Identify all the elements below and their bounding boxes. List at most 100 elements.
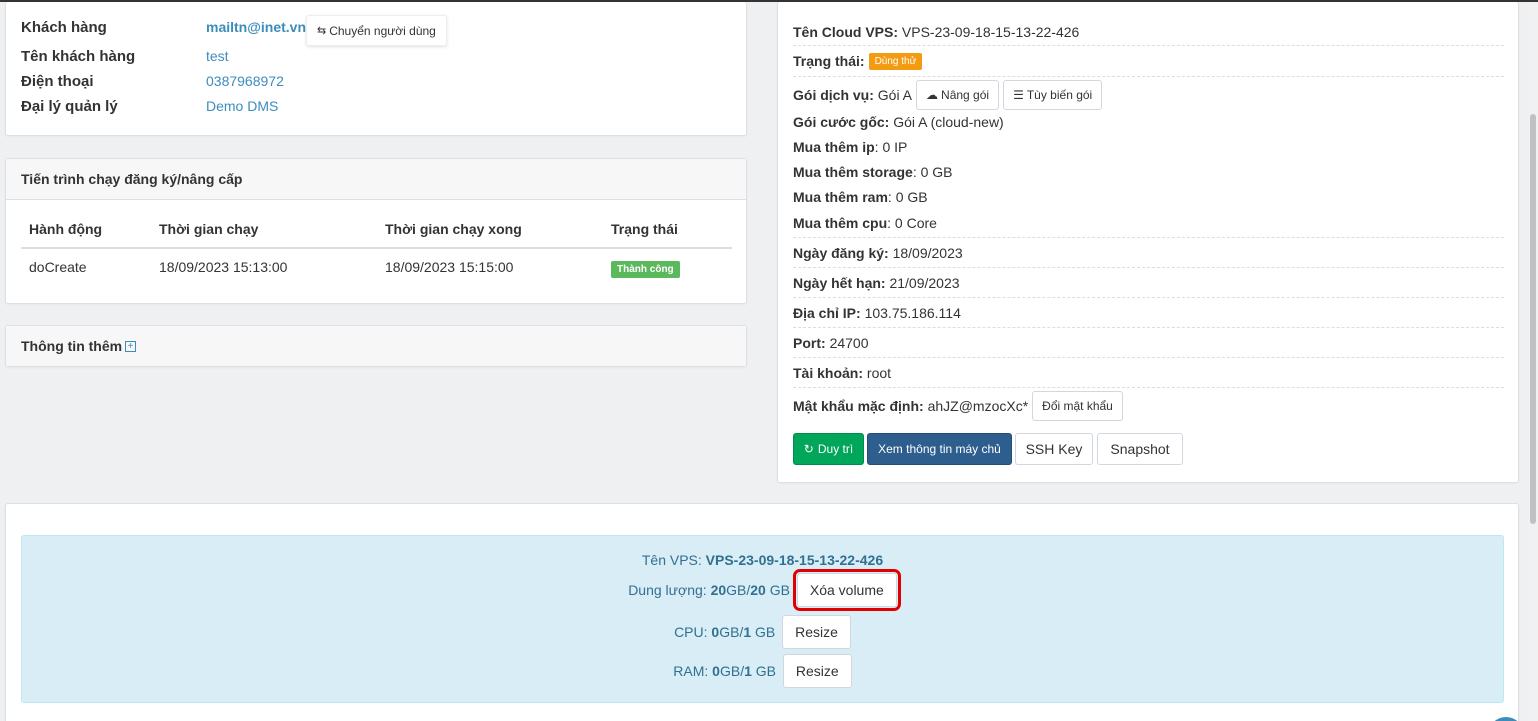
maintain-button[interactable]: ↻ Duy trì (793, 433, 864, 465)
disk-sep: GB/ (726, 582, 751, 598)
vps-extra-ip-value: : 0 IP (874, 139, 908, 155)
resource-vps-name-label: Tên VPS: (641, 552, 702, 568)
resize-cpu-button[interactable]: Resize (782, 615, 851, 649)
vps-extra-ip-label: Mua thêm ip (793, 139, 875, 155)
sliders-icon: ☰ (1013, 88, 1024, 102)
snapshot-button[interactable]: Snapshot (1097, 433, 1183, 465)
row-action: doCreate (29, 259, 87, 275)
trial-status-badge: Dùng thử (868, 52, 923, 70)
vps-port-label: Port: (793, 334, 826, 351)
cpu-line: CPU: 0GB/1 GB Resize (22, 615, 1503, 649)
customize-package-button[interactable]: ☰ Tùy biến gói (1003, 80, 1103, 110)
swap-icon: ⇆ (317, 25, 327, 37)
customer-email-link[interactable]: mailtn@inet.vn (206, 19, 306, 35)
vps-extra-storage-value: : 0 GB (912, 164, 953, 180)
vps-extra-cpu-value: : 0 Core (887, 215, 937, 231)
ram-label: RAM: (673, 663, 709, 679)
more-info-panel[interactable]: Thông tin thêm + (5, 325, 747, 367)
vps-extra-ram-row: Mua thêm ram: 0 GB (793, 186, 1504, 208)
vps-ip-row: Địa chỉ IP: 103.75.186.114 (793, 298, 1504, 328)
ram-total: 1 (744, 663, 752, 679)
ram-sep: GB/ (719, 663, 745, 679)
disk-total: 20 (750, 582, 766, 598)
vps-package-value: Gói A (877, 87, 913, 103)
customer-name-label: Tên khách hàng (21, 47, 136, 65)
customer-name-value: test (206, 48, 229, 64)
scrollbar-thumb[interactable] (1530, 114, 1536, 524)
row-end-time: 18/09/2023 15:15:00 (385, 259, 514, 275)
vps-package-label: Gói dịch vụ: (793, 87, 874, 103)
vps-expire-date-row: Ngày hết hạn: 21/09/2023 (793, 268, 1504, 298)
vps-password-row: Mật khẩu mặc định: ahJZ@mzocXc* Đổi mật … (793, 390, 1504, 422)
delete-volume-button[interactable]: Xóa volume (792, 569, 901, 611)
process-panel-title: Tiến trình chạy đăng ký/nâng cấp (6, 159, 746, 200)
process-table: Hành động Thời gian chạy Thời gian chạy … (21, 215, 732, 285)
ram-used: 0 (712, 663, 720, 679)
col-status: Trạng thái (603, 215, 732, 249)
resource-info-box: Tên VPS: VPS-23-09-18-15-13-22-426 Dung … (21, 535, 1504, 703)
switch-user-label: Chuyển người dùng (329, 23, 436, 38)
col-action: Hành động (21, 215, 151, 249)
col-start-time: Thời gian chạy (151, 215, 377, 249)
resource-vps-name-value: VPS-23-09-18-15-13-22-426 (705, 552, 884, 568)
ram-line: RAM: 0GB/1 GB Resize (22, 654, 1503, 688)
vps-extra-ram-label: Mua thêm ram (793, 189, 888, 205)
cpu-label: CPU: (674, 624, 708, 640)
vps-info-panel: Tên Cloud VPS: VPS-23-09-18-15-13-22-426… (777, 2, 1519, 483)
upgrade-package-label: Nâng gói (941, 88, 990, 102)
change-password-button[interactable]: Đổi mật khẩu (1032, 391, 1123, 421)
vps-port-row: Port: 24700 (793, 328, 1504, 358)
vps-register-date-value: 18/09/2023 (892, 244, 963, 261)
vps-extra-ram-value: : 0 GB (887, 189, 928, 205)
cpu-sep: GB/ (719, 624, 744, 640)
vps-extra-cpu-row: Mua thêm cpu: 0 Core (793, 209, 1504, 238)
vps-extra-storage-label: Mua thêm storage (793, 164, 913, 180)
plus-square-icon[interactable]: + (125, 340, 137, 352)
vps-account-row: Tài khoản: root (793, 358, 1504, 388)
vps-account-label: Tài khoản: (793, 364, 864, 381)
row-start-time: 18/09/2023 15:13:00 (159, 259, 288, 275)
disk-line: Dung lượng: 20GB/20 GB Xóa volume (22, 569, 1503, 611)
customer-agency-label: Đại lý quản lý (21, 97, 118, 115)
cpu-unit: GB (755, 624, 776, 640)
more-info-header[interactable]: Thông tin thêm + (6, 326, 746, 366)
vps-name-label: Tên Cloud VPS: (793, 23, 898, 40)
vps-name-row: Tên Cloud VPS: VPS-23-09-18-15-13-22-426 (793, 18, 1504, 46)
vps-extra-cpu-label: Mua thêm cpu (793, 215, 888, 231)
upgrade-package-button[interactable]: ☁ Nâng gói (916, 80, 1000, 110)
disk-label: Dung lượng: (628, 582, 707, 598)
customer-label: Khách hàng (21, 18, 107, 36)
status-badge: Thành công (611, 261, 680, 278)
vps-expire-date-label: Ngày hết hạn: (793, 274, 886, 291)
vps-base-row: Gói cước gốc: Gói A (cloud-new) (793, 111, 1504, 133)
page-scrollbar[interactable] (1528, 2, 1538, 721)
vps-status-row: Trạng thái: Dùng thử (793, 46, 1504, 77)
customer-phone-label: Điện thoại (21, 72, 94, 90)
vps-port-value: 24700 (829, 334, 869, 351)
resize-ram-button[interactable]: Resize (782, 654, 852, 688)
vps-base-value: Gói A (cloud-new) (893, 114, 1004, 130)
view-server-info-button[interactable]: Xem thông tin máy chủ (867, 433, 1012, 465)
refresh-icon: ↻ (803, 442, 814, 456)
vps-account-value: root (866, 364, 892, 381)
ssh-key-button[interactable]: SSH Key (1015, 433, 1093, 465)
vps-extra-ip-row: Mua thêm ip: 0 IP (793, 136, 1504, 158)
vps-ip-value: 103.75.186.114 (864, 304, 961, 321)
cloud-upload-icon: ☁ (926, 88, 939, 102)
vps-package-row: Gói dịch vụ: Gói A ☁ Nâng gói ☰ Tùy biến g… (793, 79, 1504, 111)
table-row: doCreate 18/09/2023 15:13:00 18/09/2023 … (21, 248, 732, 285)
vps-status-label: Trạng thái: (793, 53, 865, 69)
customize-package-label: Tùy biến gói (1026, 88, 1093, 102)
vps-password-label: Mật khẩu mặc định: (793, 398, 924, 414)
switch-user-button[interactable]: ⇆ Chuyển người dùng (306, 15, 447, 46)
customer-agency-value: Demo DMS (206, 98, 279, 114)
disk-used: 20 (710, 582, 727, 598)
process-panel: Tiến trình chạy đăng ký/nâng cấp Hành độ… (5, 158, 747, 304)
vps-expire-date-value: 21/09/2023 (889, 274, 960, 291)
row-status-cell: Thành công (603, 248, 732, 285)
vps-ip-label: Địa chỉ IP: (793, 304, 861, 321)
more-info-title: Thông tin thêm (21, 338, 123, 354)
cpu-total: 1 (743, 624, 752, 640)
vps-name-value: VPS-23-09-18-15-13-22-426 (901, 23, 1080, 40)
resource-panel: Tên VPS: VPS-23-09-18-15-13-22-426 Dung … (5, 503, 1519, 721)
